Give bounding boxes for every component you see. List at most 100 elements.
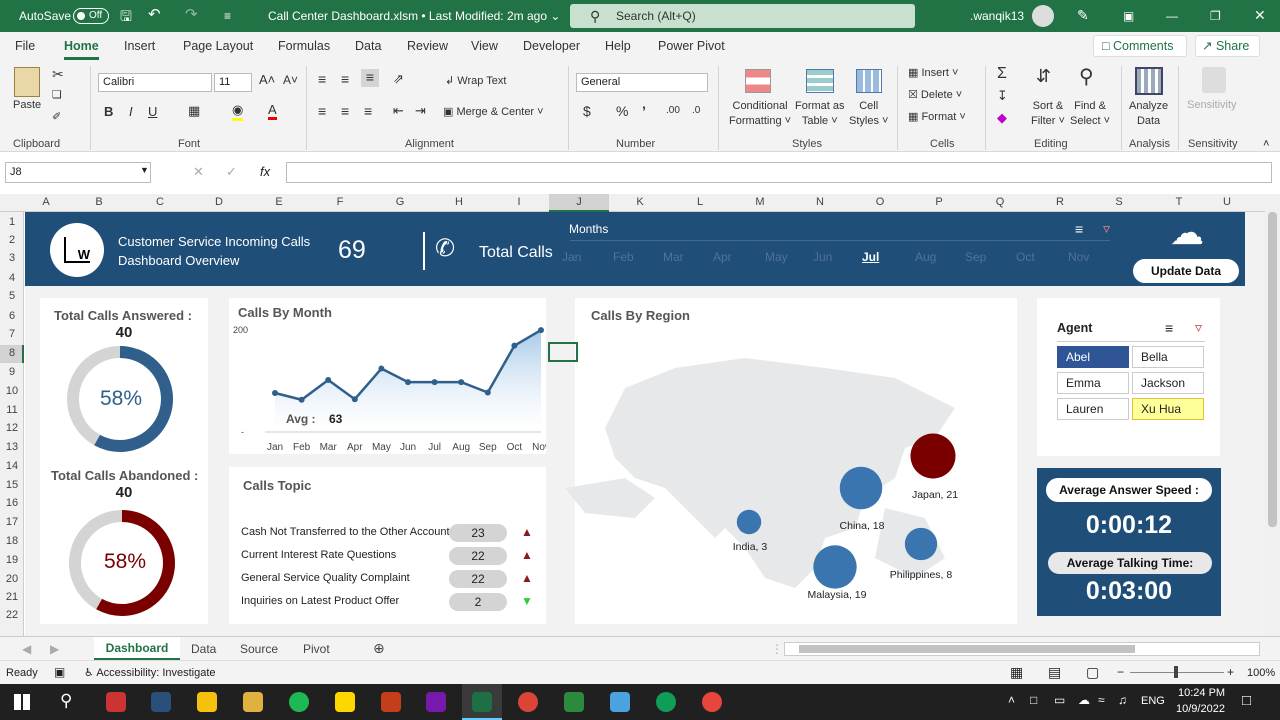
macro-record-icon[interactable]: ▣: [54, 665, 65, 679]
menu-formulas[interactable]: Formulas: [278, 39, 330, 53]
menu-review[interactable]: Review: [407, 39, 448, 53]
notifications-icon[interactable]: □: [1242, 692, 1251, 709]
column-header[interactable]: E: [269, 196, 289, 208]
align-right-icon[interactable]: ≡: [364, 103, 372, 119]
formula-input[interactable]: [286, 162, 1272, 183]
format-as-table-icon[interactable]: [806, 69, 834, 93]
taskbar-explorer-icon[interactable]: [243, 692, 263, 712]
cancel-entry-icon[interactable]: ✕: [193, 164, 204, 180]
currency-icon[interactable]: $: [583, 103, 591, 119]
row-header[interactable]: 22: [0, 609, 24, 621]
name-box[interactable]: J8: [5, 162, 151, 183]
borders-icon[interactable]: ▦: [188, 103, 200, 119]
row-header[interactable]: 14: [0, 460, 24, 472]
column-header[interactable]: H: [449, 196, 469, 208]
page-break-view-icon[interactable]: ▢: [1086, 664, 1099, 681]
sort-filter-icon[interactable]: ⇵: [1036, 66, 1051, 87]
menu-insert[interactable]: Insert: [124, 39, 155, 53]
prev-sheet-icon[interactable]: ◀: [22, 642, 31, 656]
orientation-icon[interactable]: ⇗: [393, 71, 404, 87]
row-header[interactable]: 21: [0, 591, 24, 603]
minimize-icon[interactable]: —: [1166, 9, 1178, 23]
column-header[interactable]: G: [390, 196, 410, 208]
month-button[interactable]: May: [765, 250, 788, 264]
increase-font-icon[interactable]: A˄: [259, 72, 275, 87]
fill-icon[interactable]: ↧: [997, 88, 1008, 104]
tab-dashboard[interactable]: Dashboard: [94, 637, 180, 660]
format-painter-icon[interactable]: ✐: [52, 110, 61, 123]
font-size-select[interactable]: 11: [214, 73, 252, 92]
clear-filter-icon[interactable]: ▿: [1103, 220, 1110, 237]
increase-indent-icon[interactable]: ⇥: [415, 103, 426, 119]
column-header[interactable]: A: [36, 196, 56, 208]
row-header[interactable]: 19: [0, 554, 24, 566]
row-header[interactable]: 10: [0, 385, 24, 397]
undo-icon[interactable]: ↶: [148, 5, 161, 23]
redo-icon[interactable]: ↷: [185, 5, 198, 23]
agent-button[interactable]: Abel: [1057, 346, 1129, 368]
restore-icon[interactable]: ❐: [1210, 9, 1221, 23]
tray-chevron-icon[interactable]: ˄: [1008, 693, 1015, 707]
paste-button[interactable]: Paste: [13, 99, 41, 111]
row-header[interactable]: 5: [0, 290, 24, 302]
month-button[interactable]: Jan: [562, 250, 581, 264]
row-header[interactable]: 1: [0, 216, 24, 228]
agent-multiselect-icon[interactable]: ≡: [1165, 320, 1173, 336]
paste-icon[interactable]: [14, 67, 40, 97]
avatar[interactable]: [1032, 5, 1054, 27]
row-header[interactable]: 11: [0, 404, 24, 416]
vertical-scroll-thumb[interactable]: [1268, 212, 1277, 527]
row-header[interactable]: 18: [0, 535, 24, 547]
clock-time[interactable]: 10:24 PM: [1178, 687, 1225, 699]
pen-icon[interactable]: ✎: [1077, 7, 1089, 24]
decrease-font-icon[interactable]: A˅: [283, 73, 298, 87]
agent-button[interactable]: Jackson: [1132, 372, 1204, 394]
column-header[interactable]: U: [1217, 196, 1237, 208]
month-button[interactable]: Feb: [613, 250, 634, 264]
month-button[interactable]: Jun: [813, 250, 832, 264]
zoom-out-icon[interactable]: −: [1117, 665, 1124, 679]
collapse-ribbon-icon[interactable]: ˄: [1263, 138, 1269, 150]
update-data-button[interactable]: Update Data: [1133, 259, 1239, 283]
column-header[interactable]: O: [870, 196, 890, 208]
vertical-scrollbar[interactable]: [1265, 194, 1280, 636]
month-button[interactable]: Apr: [713, 250, 732, 264]
column-header[interactable]: B: [89, 196, 109, 208]
clear-icon[interactable]: ◆: [997, 110, 1007, 126]
row-header[interactable]: 4: [0, 272, 24, 284]
confirm-entry-icon[interactable]: ✓: [226, 164, 237, 180]
menu-file[interactable]: File: [15, 39, 35, 53]
taskbar-powerpoint-icon[interactable]: [381, 692, 401, 712]
column-header[interactable]: C: [150, 196, 170, 208]
taskbar-chrome-icon[interactable]: [518, 692, 538, 712]
taskbar-excel-icon[interactable]: [472, 692, 492, 712]
conditional-formatting-button[interactable]: Conditional Formatting ˅: [729, 99, 791, 129]
column-header[interactable]: D: [209, 196, 229, 208]
next-sheet-icon[interactable]: ▶: [50, 642, 59, 656]
row-header[interactable]: 3: [0, 252, 24, 264]
column-header[interactable]: Q: [990, 196, 1010, 208]
taskbar-sticky-notes-icon[interactable]: [335, 692, 355, 712]
battery-icon[interactable]: ▭: [1054, 693, 1065, 707]
align-center-icon[interactable]: ≡: [341, 103, 349, 119]
merge-center-button[interactable]: ▣ Merge & Center ˅: [443, 105, 544, 118]
number-format-select[interactable]: General: [576, 73, 708, 92]
tab-pivot[interactable]: Pivot: [303, 642, 330, 656]
row-header[interactable]: 20: [0, 573, 24, 585]
format-cells-button[interactable]: ▦ Format ˅: [908, 110, 966, 123]
taskbar-snowflake-icon[interactable]: [610, 692, 630, 712]
find-select-icon[interactable]: ⚲: [1079, 64, 1094, 89]
conditional-formatting-icon[interactable]: [745, 69, 771, 93]
align-bottom-icon[interactable]: ≡: [361, 69, 379, 87]
language-indicator[interactable]: ENG: [1141, 695, 1165, 707]
taskbar-onenote-icon[interactable]: [426, 692, 446, 712]
agent-button[interactable]: Lauren: [1057, 398, 1129, 420]
row-header[interactable]: 16: [0, 497, 24, 509]
align-left-icon[interactable]: ≡: [318, 103, 326, 119]
wrap-text-button[interactable]: ↲ Wrap Text: [445, 74, 506, 87]
tab-data[interactable]: Data: [191, 642, 216, 656]
horizontal-scrollbar[interactable]: [784, 642, 1260, 656]
zoom-level[interactable]: 100%: [1247, 667, 1275, 679]
row-header[interactable]: 17: [0, 516, 24, 528]
column-header[interactable]: P: [929, 196, 949, 208]
